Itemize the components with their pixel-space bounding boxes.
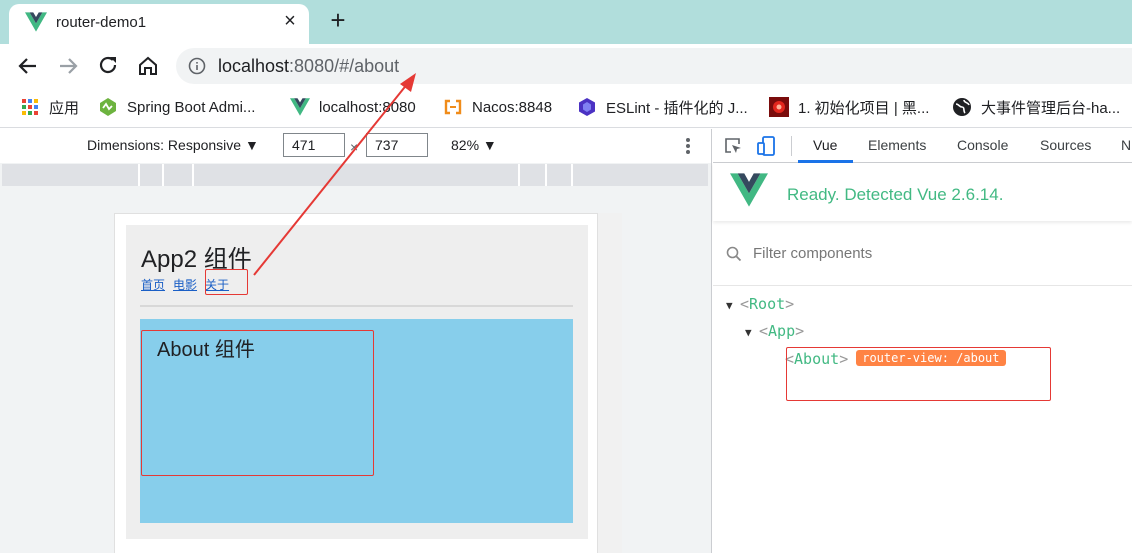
annotation-arrow <box>253 73 416 276</box>
